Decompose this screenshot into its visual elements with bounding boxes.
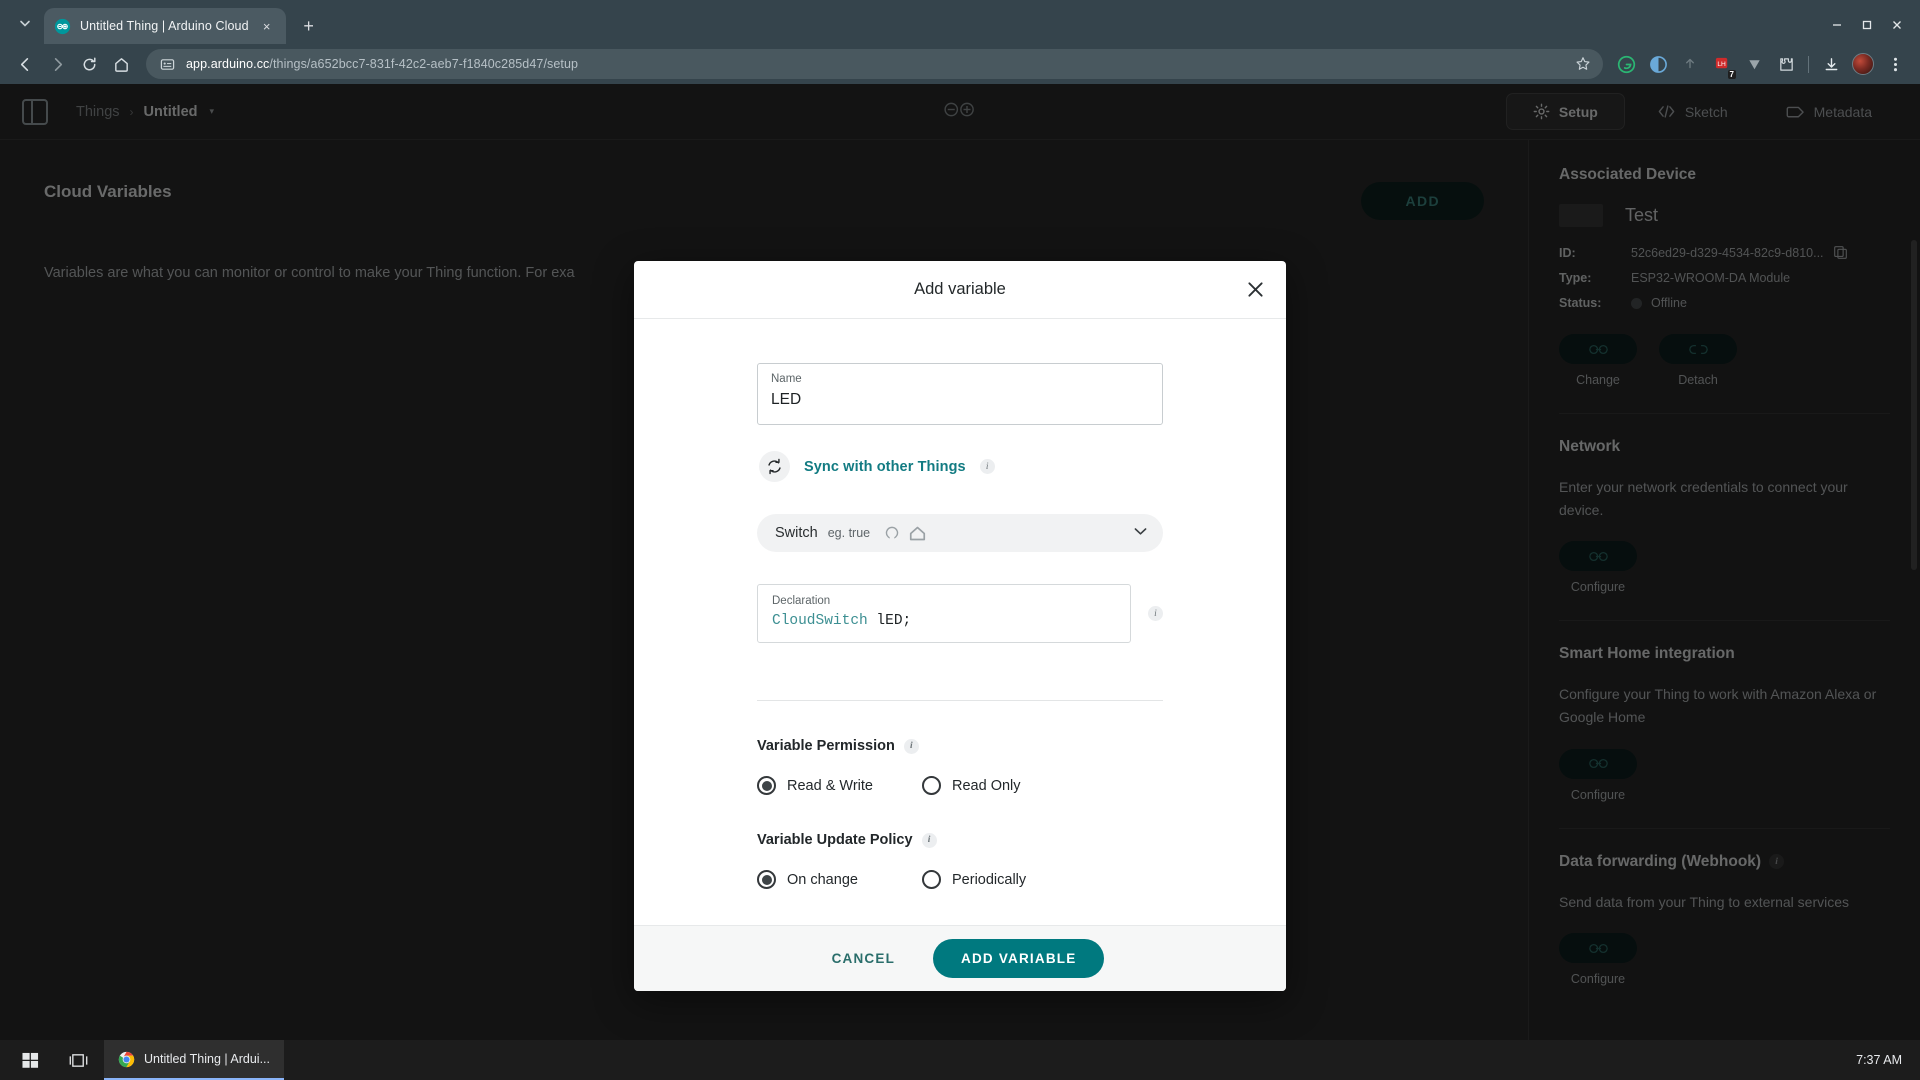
extensions-puzzle-icon[interactable] [1771, 49, 1801, 79]
forward-icon[interactable] [42, 49, 72, 79]
modal-title: Add variable [914, 280, 1006, 298]
info-icon[interactable]: i [921, 832, 937, 848]
info-icon[interactable]: i [1148, 606, 1163, 621]
variable-update-policy-options: On change Periodically [757, 870, 1163, 889]
url-path: /things/a652bcc7-831f-42c2-aeb7-f1840c28… [269, 57, 579, 71]
declaration-type-token: CloudSwitch [772, 613, 868, 629]
upload-extension-icon[interactable] [1675, 49, 1705, 79]
star-icon[interactable] [1575, 56, 1591, 72]
reload-icon[interactable] [74, 49, 104, 79]
windows-taskbar: Untitled Thing | Ardui... 7:37 AM [0, 1040, 1920, 1080]
google-home-icon [909, 526, 926, 541]
vimium-extension-icon[interactable] [1739, 49, 1769, 79]
variable-permission-title: Variable Permission i [757, 738, 1163, 754]
notifications-extension-icon[interactable]: LH 7 [1707, 49, 1737, 79]
variable-permission-label: Variable Permission [757, 738, 895, 754]
sync-with-other-things[interactable]: Sync with other Things i [759, 451, 1163, 482]
radio-read-write-label: Read & Write [787, 777, 873, 794]
add-variable-modal: Add variable Name LED Sync with other Th… [634, 261, 1286, 991]
back-icon[interactable] [10, 49, 40, 79]
sync-label: Sync with other Things [804, 458, 966, 475]
cancel-button[interactable]: CANCEL [816, 941, 911, 976]
taskbar-clock[interactable]: 7:37 AM [1856, 1053, 1920, 1067]
variable-type-name: Switch [775, 525, 818, 541]
home-icon[interactable] [106, 49, 136, 79]
task-view-icon[interactable] [56, 1040, 100, 1080]
modal-body: Name LED Sync with other Things i Switch… [634, 319, 1286, 889]
modal-header: Add variable [634, 261, 1286, 319]
radio-read-write[interactable]: Read & Write [757, 776, 892, 795]
chevron-down-icon[interactable] [1134, 527, 1147, 539]
window-minimize-button[interactable] [1822, 10, 1852, 40]
variable-name-value: LED [771, 391, 802, 408]
declaration-field[interactable]: Declaration CloudSwitch lED; [757, 584, 1131, 643]
variable-name-field[interactable]: Name LED [757, 363, 1163, 425]
info-icon[interactable]: i [979, 459, 995, 474]
sync-icon [759, 451, 790, 482]
variable-type-example: eg. true [827, 526, 871, 540]
page-info-icon[interactable] [160, 57, 175, 72]
browser-tab[interactable]: Untitled Thing | Arduino Cloud × [44, 8, 286, 44]
radio-read-only-control[interactable] [922, 776, 941, 795]
variable-update-policy-group: Variable Update Policy i On change Perio… [757, 832, 1163, 889]
variable-update-policy-title: Variable Update Policy i [757, 832, 1163, 848]
chrome-icon [118, 1051, 135, 1068]
radio-on-change[interactable]: On change [757, 870, 892, 889]
alexa-icon [884, 525, 900, 541]
taskbar-item-chrome[interactable]: Untitled Thing | Ardui... [104, 1040, 285, 1080]
toolbar-divider [1808, 55, 1809, 73]
variable-permission-group: Variable Permission i Read & Write Read … [757, 738, 1163, 795]
radio-read-only[interactable]: Read Only [922, 776, 1021, 795]
tab-title: Untitled Thing | Arduino Cloud [80, 19, 249, 33]
address-bar[interactable]: app.arduino.cc/things/a652bcc7-831f-42c2… [146, 49, 1603, 79]
modal-divider [757, 700, 1163, 701]
browser-tabstrip: Untitled Thing | Arduino Cloud × + [0, 0, 1920, 44]
declaration-row: Declaration CloudSwitch lED; i [757, 584, 1163, 643]
window-close-button[interactable] [1882, 10, 1912, 40]
window-maximize-button[interactable] [1852, 10, 1882, 40]
svg-text:LH: LH [1717, 60, 1726, 67]
add-variable-submit-button[interactable]: ADD VARIABLE [933, 939, 1105, 978]
url-text: app.arduino.cc/things/a652bcc7-831f-42c2… [186, 57, 578, 71]
new-tab-button[interactable]: + [294, 11, 324, 41]
declaration-code-rest: lED; [867, 613, 912, 629]
windows-start-icon[interactable] [8, 1040, 52, 1080]
three-dot-menu-icon[interactable] [1880, 49, 1910, 79]
profile-avatar[interactable] [1848, 49, 1878, 79]
variable-type-select[interactable]: Switch eg. true [757, 514, 1163, 552]
variable-name-label: Name [771, 373, 802, 385]
radio-periodically-label: Periodically [952, 871, 1027, 888]
close-icon[interactable] [1240, 275, 1270, 305]
url-host: app.arduino.cc [186, 57, 270, 71]
browser-toolbar: app.arduino.cc/things/a652bcc7-831f-42c2… [0, 44, 1920, 84]
radio-read-write-control[interactable] [757, 776, 776, 795]
privacy-extension-icon[interactable] [1643, 49, 1673, 79]
variable-permission-options: Read & Write Read Only [757, 776, 1163, 795]
arduino-infinity-icon [54, 18, 71, 35]
radio-read-only-label: Read Only [952, 777, 1021, 794]
taskbar-item-label: Untitled Thing | Ardui... [144, 1052, 271, 1066]
radio-on-change-control[interactable] [757, 870, 776, 889]
download-icon[interactable] [1816, 49, 1846, 79]
radio-on-change-label: On change [787, 871, 858, 888]
radio-periodically[interactable]: Periodically [922, 870, 1026, 889]
radio-periodically-control[interactable] [922, 870, 941, 889]
variable-update-policy-label: Variable Update Policy [757, 832, 913, 848]
tab-close-icon[interactable]: × [258, 17, 276, 35]
declaration-code: CloudSwitch lED; [772, 613, 1116, 629]
modal-footer: CANCEL ADD VARIABLE [634, 925, 1286, 991]
notification-badge: 7 [1727, 70, 1736, 79]
declaration-label: Declaration [772, 595, 831, 607]
tab-search-button[interactable] [8, 6, 42, 40]
grammarly-extension-icon[interactable] [1611, 49, 1641, 79]
info-icon[interactable]: i [903, 738, 919, 754]
browser-chrome: Untitled Thing | Arduino Cloud × + app.a… [0, 0, 1920, 84]
arduino-cloud-app: Things › Untitled ▾ Setup [0, 84, 1920, 1080]
